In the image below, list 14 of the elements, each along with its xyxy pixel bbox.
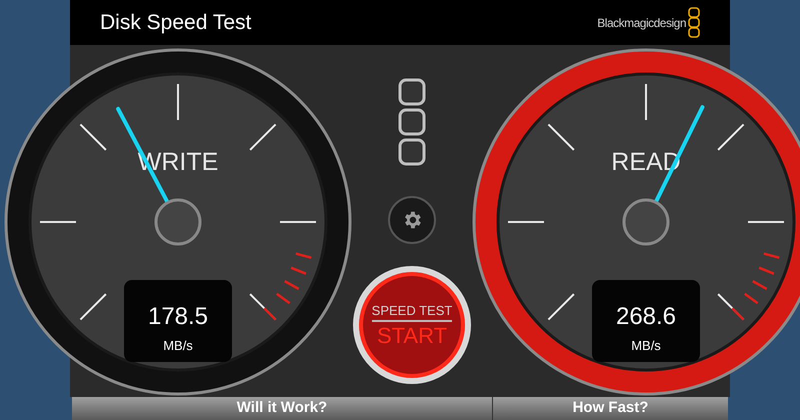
stacked-squares-icon bbox=[397, 78, 427, 168]
unit-label: MB/s bbox=[163, 338, 193, 353]
needle-hub bbox=[154, 198, 202, 246]
tab[interactable]: Will it Work? bbox=[72, 397, 492, 420]
stacked-squares-icon bbox=[688, 6, 700, 38]
start-button[interactable]: SPEED TEST START bbox=[353, 266, 471, 384]
tab[interactable]: How Fast? bbox=[492, 397, 728, 420]
speed-reading: 178.5 bbox=[148, 303, 208, 330]
unit-label: MB/s bbox=[631, 338, 661, 353]
speed-reading: 268.6 bbox=[616, 303, 676, 330]
needle-hub bbox=[622, 198, 670, 246]
settings-button[interactable] bbox=[388, 196, 436, 244]
window-title: Disk Speed Test bbox=[100, 10, 252, 36]
brand-logo-text: Blackmagicdesign bbox=[597, 14, 686, 32]
